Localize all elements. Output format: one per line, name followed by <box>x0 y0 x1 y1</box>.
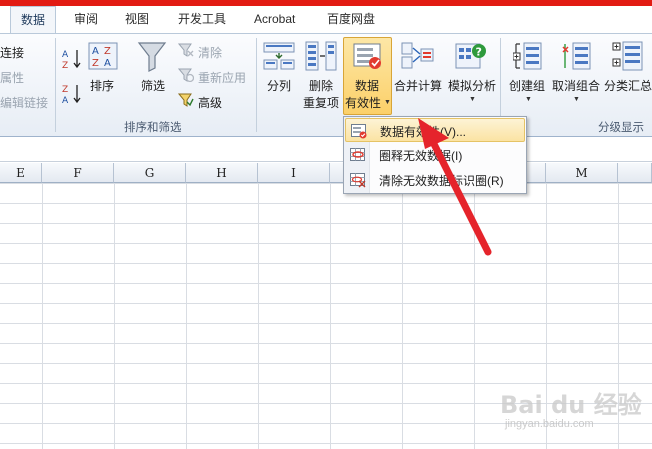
menu-item-label: 圈释无效数据(I) <box>379 149 463 163</box>
tab-acrobat[interactable]: Acrobat <box>254 6 295 33</box>
menu-item-label: 清除无效数据标识圈(R) <box>379 174 504 188</box>
grid-column-line <box>474 183 475 449</box>
column-header-n[interactable] <box>618 163 652 183</box>
group-rows-icon[interactable] <box>512 41 543 74</box>
baidu-watermark-url: jingyan.baidu.com <box>505 418 594 430</box>
consolidate-icon[interactable] <box>401 41 435 74</box>
grid-column-line <box>402 183 403 449</box>
column-header-m[interactable]: M <box>546 163 618 183</box>
sort-dialog-icon[interactable]: AZZA <box>88 42 118 73</box>
svg-text:A: A <box>92 46 99 57</box>
properties-button[interactable]: 属性 <box>0 69 24 86</box>
svg-text:Z: Z <box>104 46 111 57</box>
what-if-analysis-label[interactable]: 模拟分析 <box>448 77 496 94</box>
outline-group-label: 分级显示 <box>598 122 644 134</box>
data-validation-icon <box>353 41 383 74</box>
tab-developer[interactable]: 开发工具 <box>178 6 226 33</box>
data-validation-menu: 数据有效性(V)... 圈释无效数据(I) 清除无效数据标识圈(R) <box>343 116 527 194</box>
clear-filter-icon[interactable] <box>177 43 194 60</box>
tab-review[interactable]: 审阅 <box>74 6 98 33</box>
svg-text:A: A <box>104 58 111 69</box>
subtotal-label[interactable]: 分类汇总 <box>604 77 652 94</box>
grid-column-line <box>42 183 43 449</box>
sort-button-label[interactable]: 排序 <box>90 77 114 94</box>
ungroup-label[interactable]: 取消组合 <box>552 77 600 94</box>
consolidate-label[interactable]: 合并计算 <box>394 77 442 94</box>
data-validation-label-1: 数据 <box>355 79 380 93</box>
clear-circles-icon <box>350 172 366 191</box>
advanced-filter-icon[interactable] <box>177 93 194 110</box>
data-validation-icon <box>351 123 367 142</box>
subtotal-icon[interactable] <box>612 41 644 74</box>
what-if-dropdown-icon[interactable]: ▼ <box>469 96 476 103</box>
tab-data[interactable]: 数据 <box>10 6 57 33</box>
ribbon-tab-row: 数据 审阅 视图 开发工具 Acrobat 百度网盘 <box>0 6 652 33</box>
svg-text:Z: Z <box>62 85 68 95</box>
circle-invalid-icon <box>350 147 366 166</box>
menu-item-clear-circles[interactable]: 清除无效数据标识圈(R) <box>345 168 525 192</box>
column-header-g[interactable]: G <box>114 163 186 183</box>
group-label[interactable]: 创建组 <box>509 77 545 94</box>
menu-item-circle-invalid[interactable]: 圈释无效数据(I) <box>345 143 525 167</box>
what-if-analysis-icon[interactable]: ? <box>455 40 487 75</box>
tab-baidu-netdisk[interactable]: 百度网盘 <box>327 6 375 33</box>
formula-bar[interactable] <box>0 138 652 162</box>
data-validation-label-2: 有效性 <box>345 96 382 110</box>
ribbon: 连接 属性 编辑链接 AZ ZA AZZA 排序 筛选 清除 重新应用 高级 排… <box>0 33 652 137</box>
group-separator <box>256 38 257 132</box>
edit-links-button[interactable]: 编辑链接 <box>0 94 48 111</box>
remove-duplicates-icon[interactable] <box>305 41 337 74</box>
grid-column-line <box>258 183 259 449</box>
advanced-filter-label[interactable]: 高级 <box>198 94 222 111</box>
sort-descending-icon[interactable]: ZA <box>62 83 82 108</box>
column-header-f[interactable]: F <box>42 163 114 183</box>
grid-column-line <box>330 183 331 449</box>
svg-text:Z: Z <box>92 58 99 69</box>
group-dropdown-icon[interactable]: ▼ <box>525 96 532 103</box>
ungroup-rows-icon[interactable] <box>562 41 592 74</box>
sort-filter-group-label: 排序和筛选 <box>124 122 182 134</box>
data-validation-dropdown-icon[interactable]: ▼ <box>384 99 391 106</box>
grid-column-line <box>186 183 187 449</box>
svg-text:Z: Z <box>62 61 68 70</box>
svg-text:A: A <box>62 50 69 60</box>
connections-button[interactable]: 连接 <box>0 44 24 61</box>
column-header-i[interactable]: I <box>258 163 330 183</box>
tab-view[interactable]: 视图 <box>125 6 149 33</box>
reapply-filter-label[interactable]: 重新应用 <box>198 69 246 86</box>
remove-duplicates-label-2[interactable]: 重复项 <box>303 94 339 111</box>
text-to-columns-label[interactable]: 分列 <box>267 77 291 94</box>
filter-button-label[interactable]: 筛选 <box>141 77 165 94</box>
group-separator <box>55 38 56 132</box>
remove-duplicates-label-1[interactable]: 删除 <box>309 77 333 94</box>
filter-funnel-icon[interactable] <box>137 40 167 75</box>
svg-text:?: ? <box>476 46 482 59</box>
clear-filter-label[interactable]: 清除 <box>198 44 222 61</box>
svg-text:A: A <box>62 96 69 105</box>
grid-column-line <box>114 183 115 449</box>
menu-item-data-validation[interactable]: 数据有效性(V)... <box>345 118 525 142</box>
menu-item-label: 数据有效性(V)... <box>380 125 466 139</box>
reapply-filter-icon[interactable] <box>177 68 195 85</box>
baidu-watermark-logo: Bai du 经验 <box>500 391 642 419</box>
ungroup-dropdown-icon[interactable]: ▼ <box>573 96 580 103</box>
excel-window: 数据 审阅 视图 开发工具 Acrobat 百度网盘 连接 属性 编辑链接 AZ… <box>0 0 652 449</box>
column-header-h[interactable]: H <box>186 163 258 183</box>
sort-ascending-icon[interactable]: AZ <box>62 48 82 73</box>
column-header-e[interactable]: E <box>0 163 42 183</box>
text-to-columns-icon[interactable] <box>263 41 295 74</box>
